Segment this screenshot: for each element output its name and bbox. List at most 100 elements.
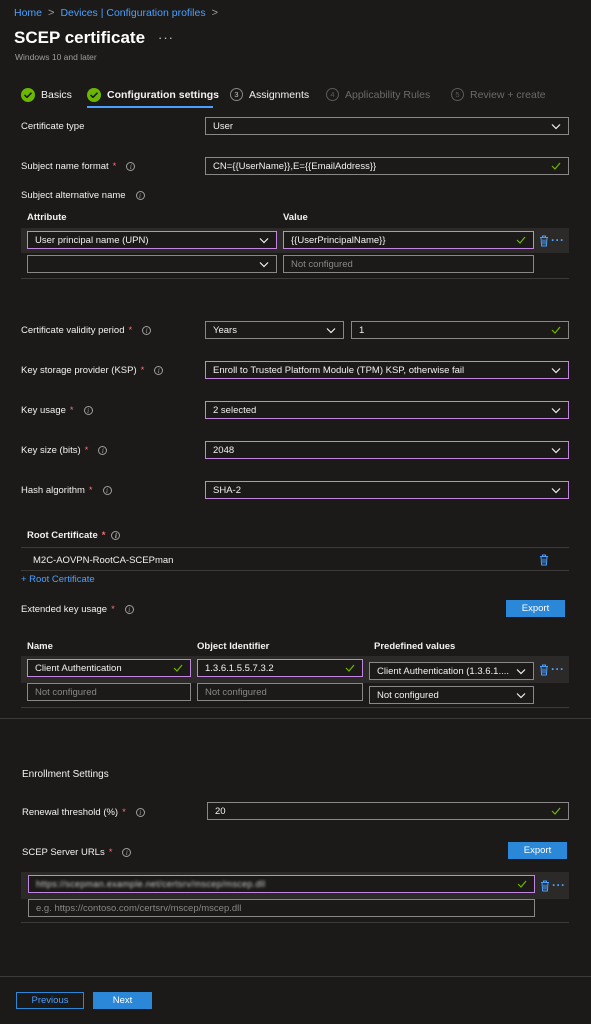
breadcrumb-separator: > bbox=[48, 7, 55, 19]
enrollment-settings-heading: Enrollment Settings bbox=[22, 769, 109, 780]
chevron-down-icon bbox=[516, 668, 526, 674]
step-applicability-rules: 4 Applicability Rules bbox=[326, 88, 430, 101]
chevron-down-icon bbox=[326, 327, 336, 333]
delete-icon[interactable] bbox=[540, 880, 550, 892]
scep-url-input[interactable]: https://scepman.example.net/certsrv/msce… bbox=[28, 875, 535, 893]
eku-predefined-dropdown-empty[interactable]: Not configured bbox=[369, 686, 534, 704]
eku-oid-input-empty[interactable]: Not configured bbox=[197, 683, 363, 701]
renewal-threshold-input[interactable]: 20 bbox=[207, 802, 569, 820]
column-header-attribute: Attribute bbox=[27, 212, 67, 223]
key-usage-dropdown[interactable]: 2 selected bbox=[205, 401, 569, 419]
hash-algorithm-dropdown[interactable]: SHA-2 bbox=[205, 481, 569, 499]
next-button[interactable]: Next bbox=[93, 992, 152, 1009]
page-title: SCEP certificate bbox=[14, 28, 146, 47]
validity-period-label: Certificate validity period * i bbox=[21, 325, 152, 336]
hash-algorithm-label: Hash algorithm * i bbox=[21, 485, 112, 496]
eku-name-input-empty[interactable]: Not configured bbox=[27, 683, 191, 701]
info-icon: i bbox=[154, 366, 164, 375]
checkmark-icon bbox=[516, 236, 526, 244]
san-value-input-empty[interactable]: Not configured bbox=[283, 255, 534, 273]
column-header-predefined-values: Predefined values bbox=[374, 641, 456, 652]
san-attribute-dropdown[interactable]: User principal name (UPN) bbox=[27, 231, 277, 249]
validity-unit-dropdown[interactable]: Years bbox=[205, 321, 344, 339]
row-more-button[interactable]: ··· bbox=[551, 662, 565, 676]
checkmark-icon bbox=[517, 880, 527, 888]
eku-predefined-dropdown[interactable]: Client Authentication (1.3.6.1.... bbox=[369, 662, 534, 680]
validity-value-input[interactable]: 1 bbox=[351, 321, 569, 339]
footer-divider bbox=[0, 976, 591, 977]
column-header-object-identifier: Object Identifier bbox=[197, 641, 270, 652]
more-options-button[interactable]: ··· bbox=[158, 30, 174, 45]
key-size-label: Key size (bits) * i bbox=[21, 445, 108, 456]
chevron-down-icon bbox=[551, 447, 561, 453]
eku-export-button[interactable]: Export bbox=[506, 600, 565, 617]
chevron-down-icon bbox=[551, 123, 561, 129]
info-icon: i bbox=[124, 605, 134, 614]
divider bbox=[21, 570, 569, 571]
breadcrumb-configuration-profiles[interactable]: Devices | Configuration profiles bbox=[60, 7, 205, 19]
delete-icon[interactable] bbox=[539, 235, 549, 247]
renewal-threshold-label: Renewal threshold (%) * i bbox=[22, 807, 145, 818]
step-configuration-settings[interactable]: Configuration settings bbox=[87, 88, 219, 102]
section-divider bbox=[0, 718, 591, 719]
info-icon: i bbox=[122, 848, 132, 857]
divider bbox=[21, 547, 569, 548]
subject-name-format-input[interactable]: CN={{UserName}},E={{EmailAddress}} bbox=[205, 157, 569, 175]
san-attribute-dropdown-empty[interactable] bbox=[27, 255, 277, 273]
step-assignments[interactable]: 3 Assignments bbox=[230, 88, 309, 101]
info-icon: i bbox=[98, 446, 108, 455]
step-label: Configuration settings bbox=[107, 89, 219, 101]
info-icon: i bbox=[126, 162, 136, 171]
step-number-icon: 3 bbox=[230, 88, 243, 101]
eku-oid-input[interactable]: 1.3.6.1.5.5.7.3.2 bbox=[197, 659, 363, 677]
step-label: Basics bbox=[41, 89, 72, 101]
previous-button[interactable]: Previous bbox=[16, 992, 84, 1009]
checkmark-icon bbox=[345, 664, 355, 672]
step-label: Applicability Rules bbox=[345, 88, 431, 101]
page-subtitle: Windows 10 and later bbox=[15, 52, 97, 62]
divider bbox=[21, 922, 569, 923]
column-header-value: Value bbox=[283, 212, 308, 223]
row-more-button[interactable]: ··· bbox=[551, 233, 565, 247]
root-certificate-name: M2C-AOVPN-RootCA-SCEPman bbox=[33, 555, 174, 566]
delete-icon[interactable] bbox=[539, 554, 549, 566]
info-icon: i bbox=[135, 191, 145, 200]
check-circle-icon bbox=[21, 88, 35, 102]
certificate-type-label: Certificate type bbox=[21, 121, 85, 132]
step-basics[interactable]: Basics bbox=[21, 88, 72, 102]
scep-export-button[interactable]: Export bbox=[508, 842, 567, 859]
key-usage-label: Key usage * i bbox=[21, 405, 93, 416]
delete-icon[interactable] bbox=[539, 664, 549, 676]
check-circle-icon bbox=[87, 88, 101, 102]
row-more-button[interactable]: ··· bbox=[552, 878, 566, 892]
step-review-create: 5 Review + create bbox=[451, 88, 546, 101]
step-number-icon: 4 bbox=[326, 88, 339, 101]
root-certificate-label: Root Certificate * i bbox=[27, 530, 121, 541]
info-icon: i bbox=[135, 808, 145, 817]
info-icon: i bbox=[83, 406, 93, 415]
certificate-type-dropdown[interactable]: User bbox=[205, 117, 569, 135]
san-value-input[interactable]: {{UserPrincipalName}} bbox=[283, 231, 534, 249]
breadcrumb-home[interactable]: Home bbox=[14, 7, 42, 19]
divider bbox=[21, 278, 569, 279]
eku-name-input[interactable]: Client Authentication bbox=[27, 659, 191, 677]
chevron-down-icon bbox=[259, 237, 269, 243]
add-root-certificate-link[interactable]: + Root Certificate bbox=[21, 574, 95, 585]
column-header-name: Name bbox=[27, 641, 53, 652]
key-size-dropdown[interactable]: 2048 bbox=[205, 441, 569, 459]
step-label: Assignments bbox=[249, 88, 310, 101]
chevron-down-icon bbox=[516, 692, 526, 698]
checkmark-icon bbox=[551, 807, 561, 815]
chevron-down-icon bbox=[551, 487, 561, 493]
active-step-indicator bbox=[87, 106, 213, 108]
checkmark-icon bbox=[551, 326, 561, 334]
chevron-down-icon bbox=[551, 367, 561, 373]
ksp-dropdown[interactable]: Enroll to Trusted Platform Module (TPM) … bbox=[205, 361, 569, 379]
info-icon: i bbox=[111, 531, 121, 540]
step-number-icon: 5 bbox=[451, 88, 464, 101]
breadcrumb: Home > Devices | Configuration profiles … bbox=[14, 7, 218, 19]
scep-url-input-empty[interactable]: e.g. https://contoso.com/certsrv/mscep/m… bbox=[28, 899, 535, 917]
checkmark-icon bbox=[173, 664, 183, 672]
breadcrumb-separator: > bbox=[211, 7, 219, 19]
checkmark-icon bbox=[551, 162, 561, 170]
